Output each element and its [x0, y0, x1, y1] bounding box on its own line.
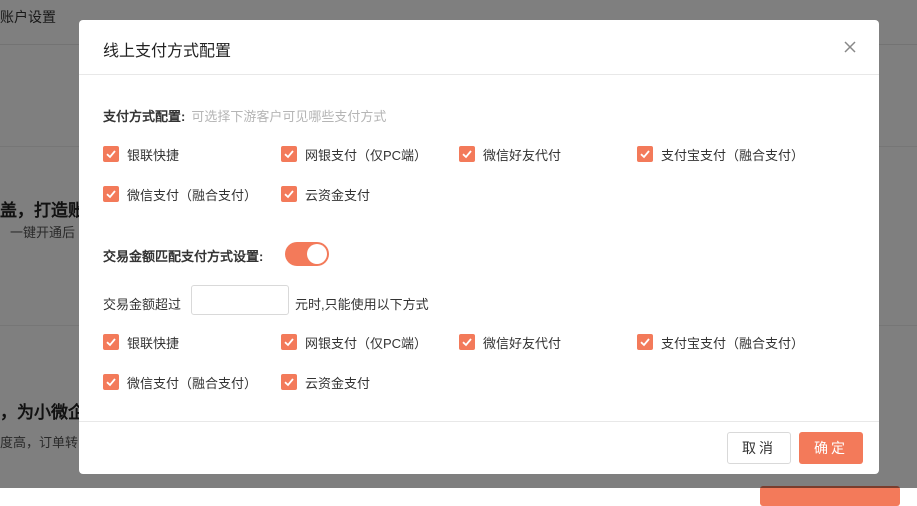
amount-suffix-label: 元时,只能使用以下方式	[295, 297, 429, 312]
checkbox-option[interactable]: 支付宝支付（融合支付）	[637, 332, 804, 352]
checkbox-option[interactable]: 微信支付（融合支付）	[103, 184, 257, 204]
checkbox-checked-icon[interactable]	[103, 334, 119, 350]
background-button	[760, 486, 900, 506]
checkbox-checked-icon[interactable]	[637, 334, 653, 350]
checkbox-checked-icon[interactable]	[459, 334, 475, 350]
checkbox-checked-icon[interactable]	[103, 186, 119, 202]
checkbox-label: 银联快捷	[127, 147, 180, 163]
checkbox-option[interactable]: 网银支付（仅PC端）	[281, 332, 427, 352]
checkbox-label: 微信支付（融合支付）	[127, 375, 258, 391]
checkbox-label: 支付宝支付（融合支付）	[661, 147, 805, 163]
checkbox-label: 云资金支付	[305, 187, 371, 203]
checkbox-checked-icon[interactable]	[281, 334, 297, 350]
amount-prefix-label: 交易金额超过	[103, 297, 182, 312]
checkbox-option[interactable]: 云资金支付	[281, 184, 370, 204]
checkbox-label: 支付宝支付（融合支付）	[661, 335, 805, 351]
checkbox-option[interactable]: 微信好友代付	[459, 144, 561, 164]
dialog-title: 线上支付方式配置	[103, 43, 232, 60]
checkbox-label: 网银支付（仅PC端）	[305, 147, 428, 163]
checkbox-label: 微信好友代付	[483, 147, 562, 163]
checkbox-label: 云资金支付	[305, 375, 371, 391]
checkbox-checked-icon[interactable]	[281, 146, 297, 162]
amount-threshold-input[interactable]	[191, 285, 289, 315]
close-icon[interactable]	[842, 39, 858, 55]
section-hint: 可选择下游客户可见哪些支付方式	[191, 109, 387, 124]
section-title: 支付方式配置:	[103, 109, 186, 124]
checkbox-label: 网银支付（仅PC端）	[305, 335, 428, 351]
checkbox-label: 微信支付（融合支付）	[127, 187, 258, 203]
confirm-button[interactable]: 确定	[799, 432, 863, 464]
checkbox-checked-icon[interactable]	[637, 146, 653, 162]
checkbox-label: 微信好友代付	[483, 335, 562, 351]
checkbox-label: 银联快捷	[127, 335, 180, 351]
dialog-header: 线上支付方式配置	[79, 20, 879, 75]
checkbox-option[interactable]: 银联快捷	[103, 332, 179, 352]
checkbox-checked-icon[interactable]	[459, 146, 475, 162]
checkbox-option[interactable]: 微信支付（融合支付）	[103, 372, 257, 392]
checkbox-option[interactable]: 支付宝支付（融合支付）	[637, 144, 804, 164]
checkbox-checked-icon[interactable]	[103, 374, 119, 390]
checkbox-checked-icon[interactable]	[103, 146, 119, 162]
checkbox-checked-icon[interactable]	[281, 374, 297, 390]
checkbox-option[interactable]: 网银支付（仅PC端）	[281, 144, 427, 164]
toggle-knob	[307, 244, 327, 264]
payment-config-dialog: 线上支付方式配置 支付方式配置: 可选择下游客户可见哪些支付方式 银联快捷 网银支…	[79, 20, 879, 474]
checkbox-option[interactable]: 云资金支付	[281, 372, 370, 392]
checkbox-option[interactable]: 银联快捷	[103, 144, 179, 164]
amount-match-toggle[interactable]	[285, 242, 329, 266]
section-payment-methods-label: 支付方式配置: 可选择下游客户可见哪些支付方式	[103, 106, 386, 125]
cancel-button[interactable]: 取消	[727, 432, 791, 464]
section-amount-match-label: 交易金额匹配支付方式设置:	[103, 249, 264, 264]
checkbox-checked-icon[interactable]	[281, 186, 297, 202]
checkbox-option[interactable]: 微信好友代付	[459, 332, 561, 352]
